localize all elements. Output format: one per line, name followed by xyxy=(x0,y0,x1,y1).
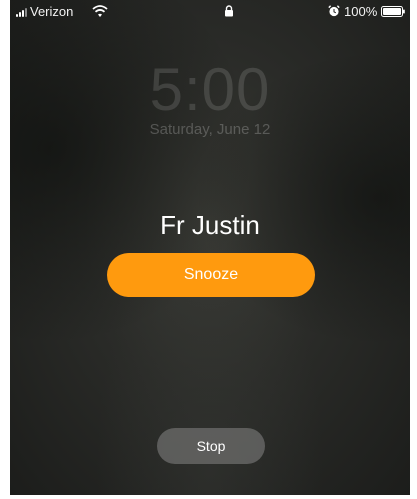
signal-icon xyxy=(16,8,27,17)
alarm-icon xyxy=(328,5,340,17)
status-bar: Verizon 100% xyxy=(10,0,410,24)
alarm-label: Fr Justin xyxy=(160,210,260,240)
clock-time: 5:00 xyxy=(149,56,271,123)
carrier-name: Verizon xyxy=(30,4,74,19)
wifi-icon xyxy=(92,5,108,17)
battery-icon xyxy=(381,6,405,17)
clock-date: Saturday, June 12 xyxy=(149,121,271,138)
lock-icon xyxy=(225,5,233,17)
battery-percentage: 100% xyxy=(344,4,378,19)
stop-button[interactable]: Stop xyxy=(157,428,265,464)
snooze-button[interactable]: Snooze xyxy=(107,253,315,297)
lock-screen: Verizon 100% 5:00 Saturday, June 12 Fr J… xyxy=(10,0,410,495)
